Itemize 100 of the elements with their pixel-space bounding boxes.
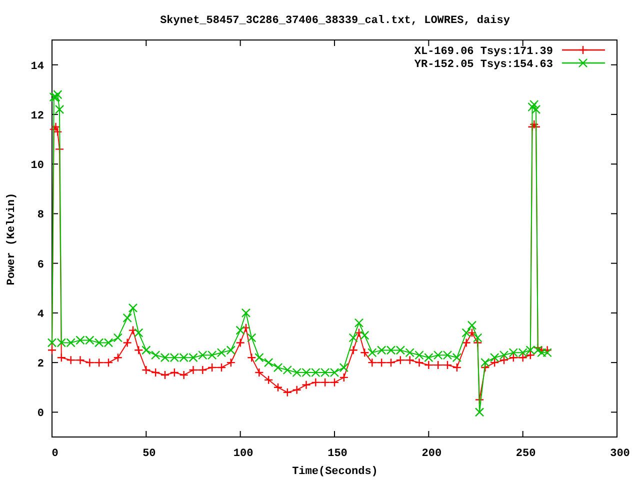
data-point — [150, 368, 160, 378]
data-point — [170, 353, 180, 362]
data-point — [311, 378, 320, 388]
data-point — [282, 388, 292, 397]
legend-label: XL-169.06 Tsys:171.39 — [414, 46, 553, 58]
data-point — [66, 355, 76, 365]
data-point — [530, 120, 539, 129]
data-point — [414, 358, 424, 368]
tick-label: 6 — [37, 259, 44, 272]
tick-label: 300 — [610, 448, 630, 460]
data-point — [302, 368, 311, 378]
data-point — [490, 353, 500, 362]
data-point — [128, 326, 138, 335]
data-point — [226, 346, 236, 355]
data-point — [405, 348, 414, 358]
data-point — [76, 355, 85, 365]
data-point — [348, 333, 358, 342]
data-point — [56, 353, 66, 362]
data-point — [142, 365, 151, 375]
data-point — [273, 362, 283, 372]
tick-label: 100 — [233, 448, 254, 460]
tick-label: 50 — [142, 448, 156, 460]
data-point — [302, 380, 311, 390]
data-point — [320, 378, 330, 388]
data-point — [134, 328, 144, 338]
data-point — [51, 92, 60, 102]
data-point — [51, 122, 60, 132]
data-point — [386, 346, 396, 355]
data-point — [241, 323, 251, 332]
data-point — [54, 104, 64, 114]
data-point — [47, 346, 57, 355]
data-point — [518, 348, 528, 358]
data-point — [542, 348, 552, 358]
data-point — [94, 338, 104, 348]
data-point — [330, 378, 340, 388]
data-point — [376, 346, 386, 355]
data-point — [405, 355, 414, 365]
data-point — [292, 368, 302, 378]
data-point — [113, 333, 123, 342]
tick-label: 250 — [516, 448, 536, 460]
data-point — [113, 353, 123, 362]
tick-label: 14 — [30, 60, 44, 73]
data-point — [530, 100, 539, 110]
data-point — [241, 308, 251, 318]
data-point — [490, 358, 500, 368]
data-point — [207, 362, 217, 372]
data-point — [188, 365, 198, 375]
data-point — [94, 358, 104, 368]
data-point — [254, 353, 264, 362]
data-point — [207, 350, 217, 360]
data-point — [179, 370, 188, 380]
data-point — [160, 353, 170, 362]
data-point — [104, 358, 114, 368]
data-point — [264, 375, 274, 385]
data-point — [528, 102, 537, 112]
data-point — [360, 330, 370, 340]
tick-label: 12 — [30, 110, 44, 122]
data-point — [462, 328, 471, 338]
data-point — [254, 368, 264, 378]
data-point — [320, 368, 330, 378]
data-point — [49, 92, 58, 102]
data-point — [376, 358, 386, 368]
data-point — [414, 350, 424, 360]
data-point — [508, 353, 518, 362]
data-point — [247, 333, 256, 342]
data-point — [396, 355, 406, 365]
data-point — [179, 353, 188, 362]
chart-title: Skynet_58457_3C286_37406_38339_cal.txt, LOWRES, daisy — [160, 15, 510, 27]
data-point — [198, 365, 208, 375]
data-point — [76, 336, 85, 345]
data-point — [462, 338, 471, 348]
data-point — [188, 353, 198, 362]
data-point — [480, 358, 490, 368]
data-point — [85, 336, 94, 345]
y-axis-label: Power (Kelvin) — [6, 192, 18, 286]
tick-label: 200 — [422, 448, 442, 460]
data-point — [282, 365, 292, 375]
data-point — [360, 348, 370, 358]
data-point — [452, 353, 462, 362]
data-point — [150, 350, 160, 360]
data-point — [85, 358, 94, 368]
data-point — [499, 355, 509, 365]
data-point — [467, 320, 477, 330]
data-point — [433, 360, 443, 370]
x-axis-label: Time(Seconds) — [292, 466, 378, 478]
tick-label: 4 — [37, 308, 44, 321]
data-point — [531, 104, 541, 114]
legend-label: YR-152.05 Tsys:154.63 — [414, 59, 553, 71]
data-point — [216, 348, 226, 358]
data-point — [354, 328, 364, 338]
data-point — [236, 326, 245, 335]
data-point — [247, 353, 256, 362]
tick-label: 8 — [37, 210, 44, 222]
data-point — [368, 358, 377, 368]
tick-label: 0 — [52, 448, 58, 460]
data-point — [47, 338, 57, 348]
data-point — [442, 350, 452, 360]
data-point — [339, 372, 349, 382]
data-point — [264, 358, 274, 368]
data-point — [424, 353, 434, 362]
